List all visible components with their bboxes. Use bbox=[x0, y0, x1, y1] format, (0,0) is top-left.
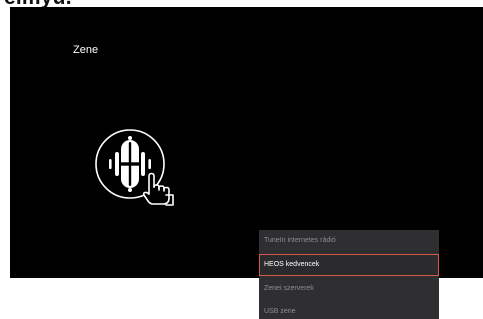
screen-title: Zene bbox=[73, 44, 99, 56]
pointing-hand-icon bbox=[142, 172, 174, 206]
menu-item-music-servers[interactable]: Zenei szerverek bbox=[259, 278, 439, 300]
manual-page: elmyu. Zene bbox=[0, 0, 483, 319]
source-menu: TuneIn internetes rádió HEOS kedvencek Z… bbox=[259, 230, 439, 319]
menu-item-heos-favorites[interactable]: HEOS kedvencek bbox=[259, 254, 439, 276]
menu-item-usb-music[interactable]: USB zene bbox=[259, 301, 439, 319]
menu-item-tunein[interactable]: TuneIn internetes rádió bbox=[259, 230, 439, 252]
